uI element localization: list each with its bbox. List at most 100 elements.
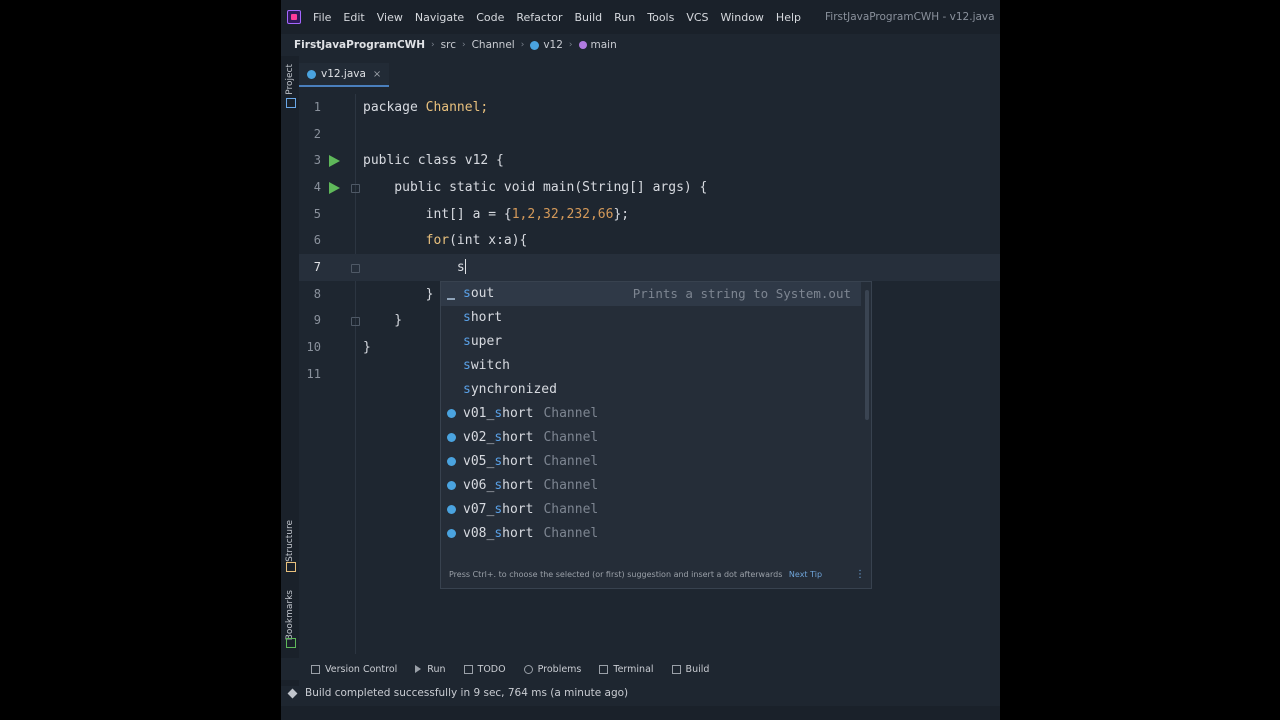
tool-build[interactable]: Build: [671, 664, 709, 675]
line-number: 3: [313, 153, 321, 167]
menu-refactor[interactable]: Refactor: [516, 11, 562, 24]
run-gutter-icon[interactable]: [329, 155, 340, 167]
breadcrumb-src[interactable]: src: [441, 39, 456, 51]
completion-item[interactable]: short: [441, 306, 861, 330]
completion-item[interactable]: synchronized: [441, 378, 861, 402]
structure-tool-button[interactable]: Structure: [285, 520, 295, 562]
line-number: 5: [313, 207, 321, 221]
left-tool-strip: Project Structure Bookmarks: [281, 56, 299, 686]
code-numbers: 1,2,32,232,66: [511, 207, 614, 222]
menu-code[interactable]: Code: [476, 11, 504, 24]
code-line: 4 public static void main(String[] args)…: [299, 174, 1000, 201]
run-gutter-icon[interactable]: [329, 182, 340, 194]
completion-popup: sout Prints a string to System.out short…: [440, 281, 872, 589]
code-line: 3 public class v12 {: [299, 147, 1000, 174]
menu-file[interactable]: File: [313, 11, 331, 24]
next-tip-link[interactable]: Next Tip: [789, 570, 822, 579]
java-class-icon: [307, 69, 316, 79]
code-text: s: [363, 260, 465, 275]
breadcrumb-package[interactable]: Channel: [472, 39, 515, 51]
completion-item[interactable]: v05_short Channel: [441, 450, 861, 474]
completion-item[interactable]: v02_short Channel: [441, 426, 861, 450]
todo-icon: [463, 664, 473, 674]
code-text: }: [363, 313, 403, 328]
code-text: }: [363, 340, 371, 355]
status-message[interactable]: Build completed successfully in 9 sec, 7…: [305, 687, 628, 699]
completion-item[interactable]: switch: [441, 354, 861, 378]
menu-vcs[interactable]: VCS: [686, 11, 708, 24]
breadcrumb: FirstJavaProgramCWH › src › Channel › v1…: [281, 34, 1000, 56]
fold-icon[interactable]: [351, 184, 360, 193]
menu-build[interactable]: Build: [575, 11, 603, 24]
chevron-right-icon: ›: [568, 40, 573, 50]
code-keyword: package: [363, 100, 426, 115]
class-icon: [447, 409, 456, 418]
completion-footer: Press Ctrl+. to choose the selected (or …: [441, 562, 871, 588]
code-line: 6 for(int x:a){: [299, 227, 1000, 254]
bookmarks-tool-button[interactable]: Bookmarks: [285, 590, 295, 640]
line-number: 6: [313, 233, 321, 247]
tool-terminal[interactable]: Terminal: [599, 664, 654, 675]
close-icon[interactable]: ×: [373, 69, 381, 80]
line-number: 4: [313, 180, 321, 194]
line-number: 7: [313, 260, 321, 274]
code-text: public static void main(String[] args) {: [363, 180, 708, 195]
menu-navigate[interactable]: Navigate: [415, 11, 464, 24]
tool-window-bar: Version Control Run TODO Problems Termin…: [281, 658, 1000, 680]
fold-icon[interactable]: [351, 264, 360, 273]
completion-item[interactable]: v07_short Channel: [441, 498, 861, 522]
window-title: FirstJavaProgramCWH - v12.java: [825, 11, 995, 23]
project-icon: [286, 98, 296, 108]
completion-scrollbar[interactable]: [865, 290, 869, 420]
taskbar: [281, 706, 1000, 720]
code-text: };: [613, 207, 630, 222]
tool-problems[interactable]: Problems: [523, 664, 581, 675]
code-text: int[] a = {: [363, 207, 512, 222]
line-number: 8: [313, 287, 321, 301]
completion-item[interactable]: v08_short Channel: [441, 522, 861, 546]
code-keyword: for: [425, 233, 450, 248]
code-text: public class v12 {: [363, 153, 504, 168]
live-template-icon: [447, 289, 455, 300]
breadcrumb-method[interactable]: main: [591, 39, 617, 51]
breadcrumb-class[interactable]: v12: [543, 39, 563, 51]
completion-item[interactable]: sout Prints a string to System.out: [441, 282, 861, 306]
menu-run[interactable]: Run: [614, 11, 635, 24]
tool-todo[interactable]: TODO: [463, 664, 506, 675]
menu-view[interactable]: View: [377, 11, 403, 24]
tab-v12-java[interactable]: v12.java ×: [299, 63, 390, 87]
completion-item[interactable]: v01_short Channel: [441, 402, 861, 426]
fold-icon[interactable]: [351, 317, 360, 326]
line-number: 11: [306, 367, 321, 381]
tool-version-control[interactable]: Version Control: [311, 664, 397, 675]
class-icon: [447, 529, 456, 538]
code-line: 5 int[] a = {1,2,32,232,66};: [299, 201, 1000, 228]
code-line: 1 package Channel;: [299, 94, 1000, 121]
menu-help[interactable]: Help: [776, 11, 801, 24]
chevron-right-icon: ›: [431, 40, 435, 50]
structure-icon: [286, 562, 296, 572]
completion-item[interactable]: super: [441, 330, 861, 354]
method-icon: [578, 41, 587, 49]
completion-item[interactable]: v06_short Channel: [441, 474, 861, 498]
menu-window[interactable]: Window: [721, 11, 764, 24]
completion-hint: Press Ctrl+. to choose the selected (or …: [449, 570, 783, 579]
breadcrumb-project[interactable]: FirstJavaProgramCWH: [294, 39, 425, 51]
code-package-name: Channel;: [425, 100, 489, 115]
code-line-current: 7 s: [299, 254, 1000, 281]
project-tool-button[interactable]: Project: [285, 64, 295, 95]
ide-window: File Edit View Navigate Code Refactor Bu…: [281, 0, 1000, 720]
code-text: }: [363, 287, 434, 302]
completion-description: Prints a string to System.out: [632, 286, 851, 301]
menu-bar: File Edit View Navigate Code Refactor Bu…: [281, 0, 1000, 34]
class-icon: [447, 457, 456, 466]
bookmark-icon: [286, 638, 296, 648]
tab-label: v12.java: [321, 68, 366, 80]
menu-edit[interactable]: Edit: [343, 11, 364, 24]
tool-run[interactable]: Run: [415, 664, 446, 675]
status-icon: [287, 688, 298, 698]
more-options-icon[interactable]: ⋮: [855, 562, 865, 588]
menu-tools[interactable]: Tools: [647, 11, 674, 24]
class-icon: [447, 481, 456, 490]
run-icon: [415, 665, 422, 673]
